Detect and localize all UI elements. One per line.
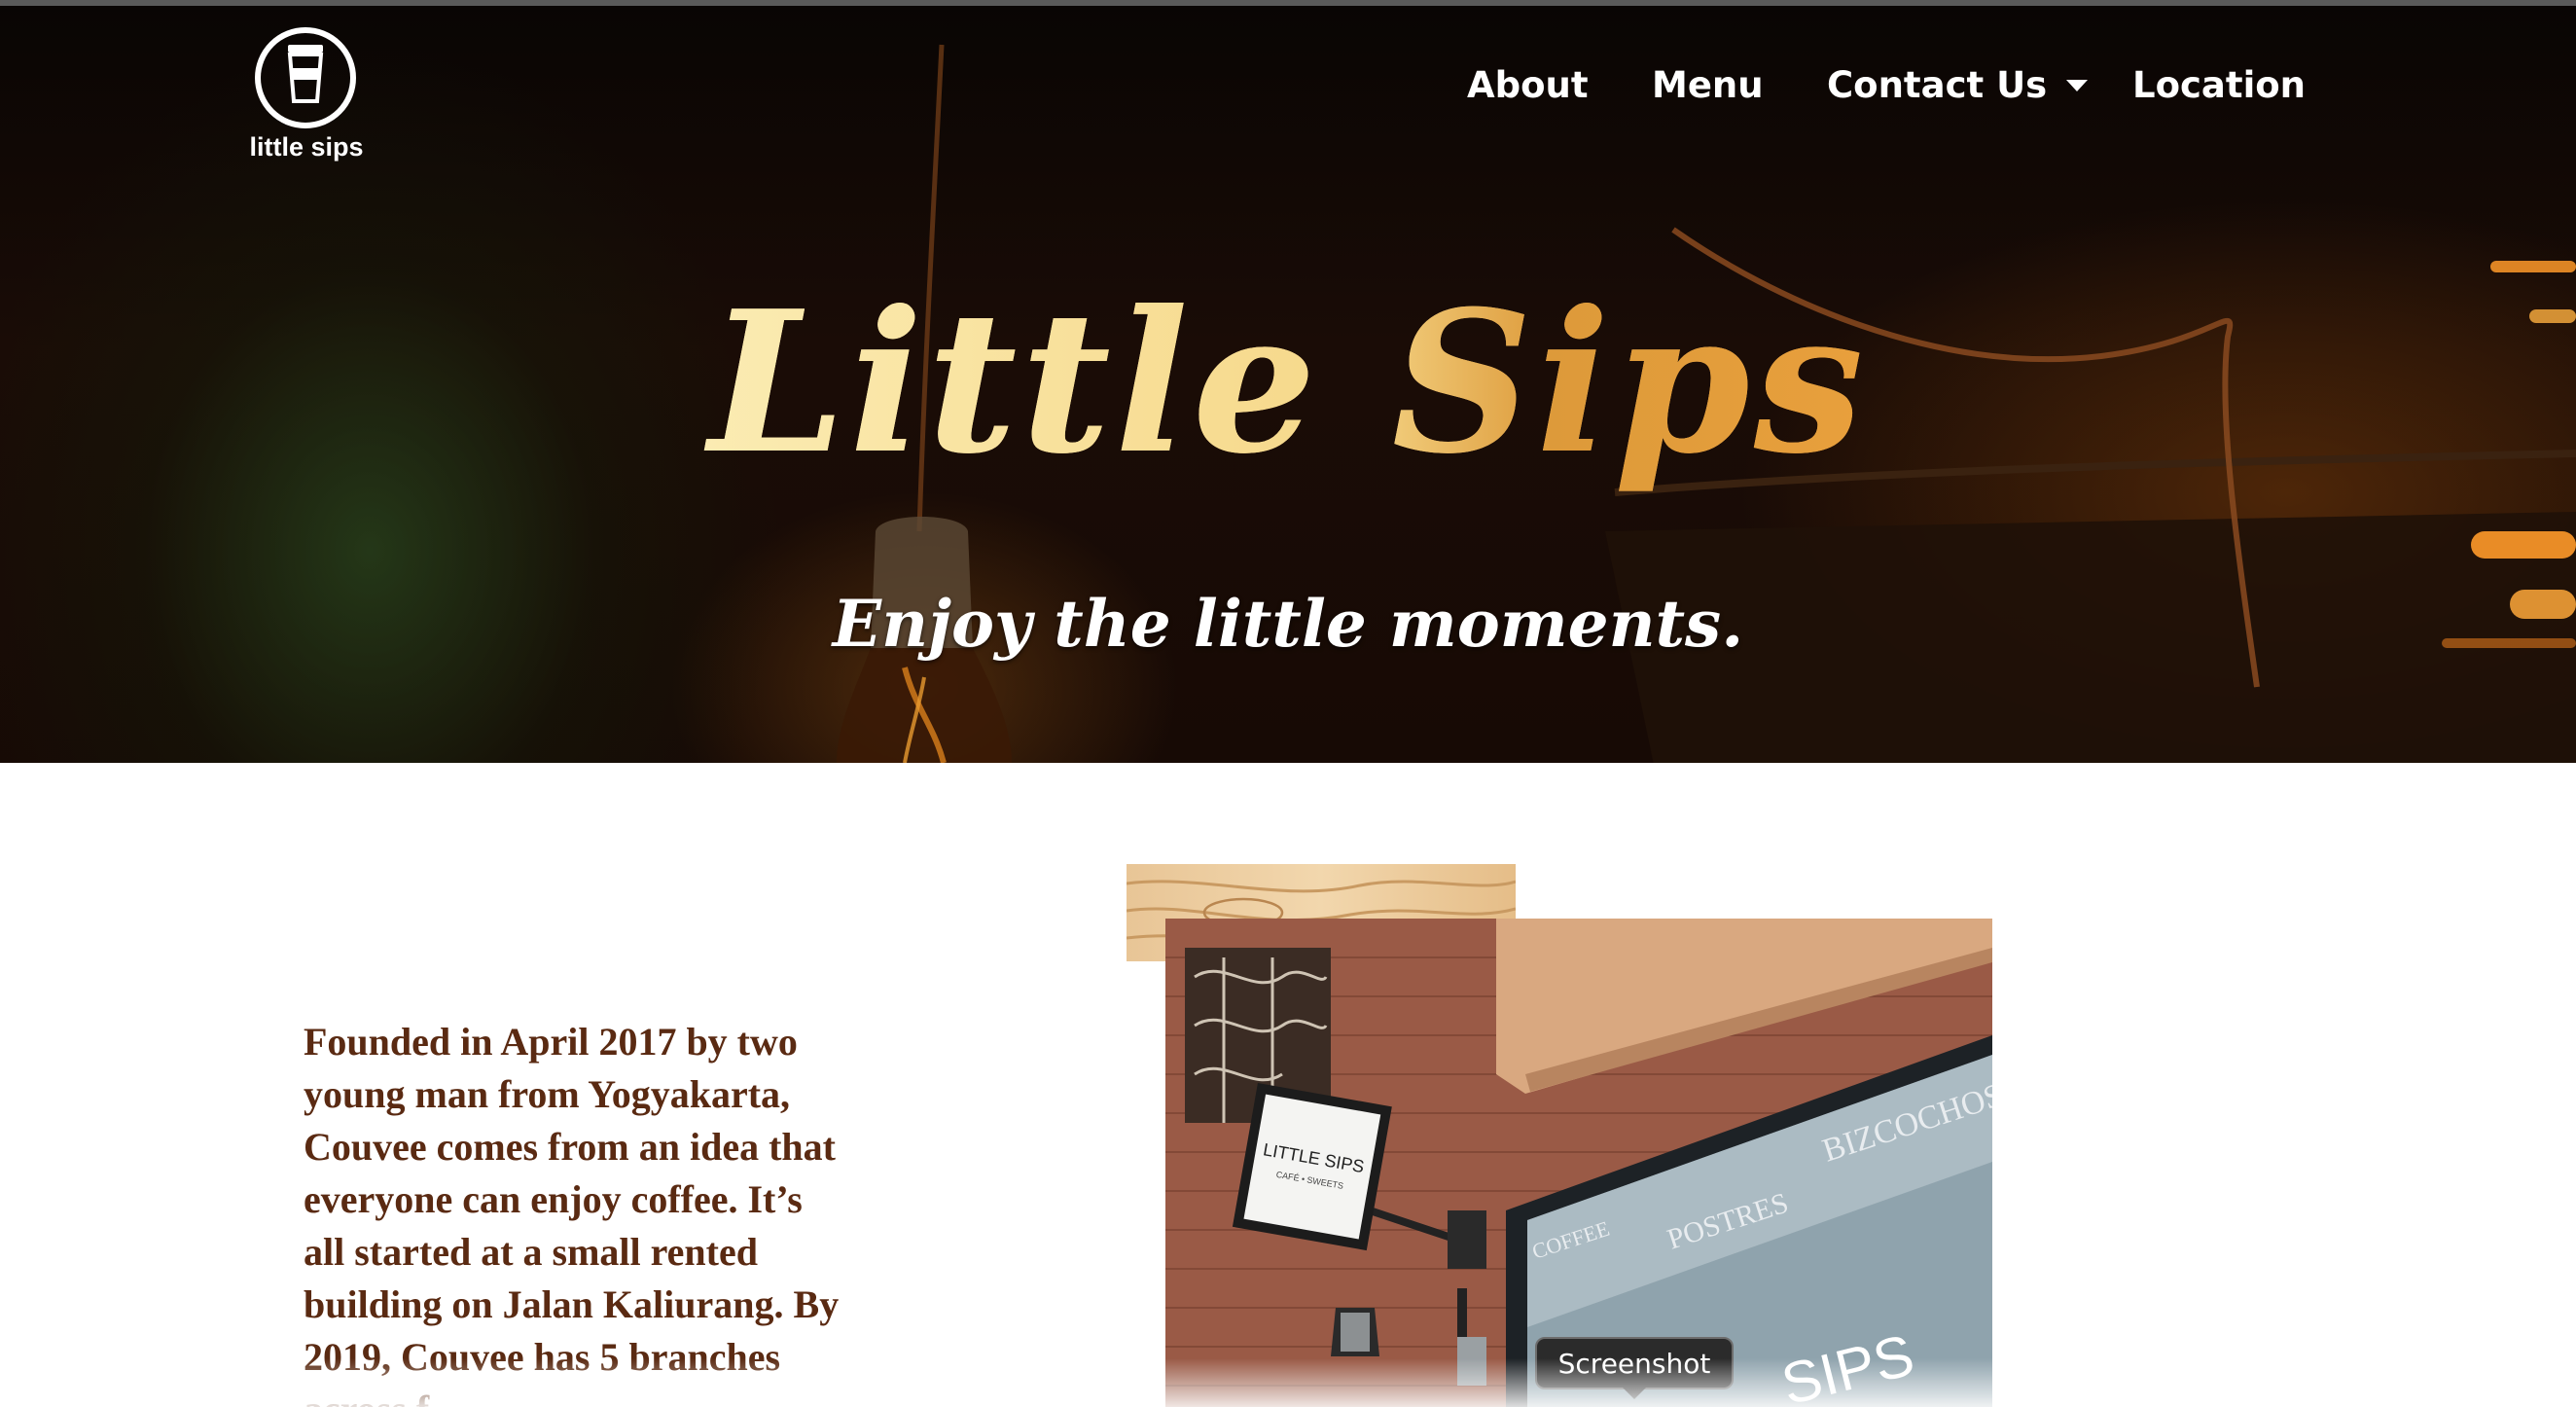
hero-title: Little Sips	[0, 267, 2576, 500]
hero-banner: little sips About Menu Contact Us Locati…	[0, 6, 2576, 763]
nav-about-link[interactable]: About	[1467, 64, 1589, 106]
hero-title-text: Little Sips	[689, 267, 1886, 500]
logo-text: little sips	[249, 132, 364, 162]
tooltip-arrow	[1623, 1388, 1646, 1399]
nav-contact-dropdown[interactable]: Contact Us	[1827, 64, 2089, 106]
nav-location-link[interactable]: Location	[2132, 64, 2306, 106]
storefront-photo: COFFEE POSTRES BIZCOCHOS SIPS LITTLE SIP…	[1165, 919, 1992, 1407]
hero-subtitle: Enjoy the little moments.	[832, 586, 1744, 662]
about-paragraph: Founded in April 2017 by two young man f…	[304, 1020, 840, 1407]
chevron-down-icon	[2066, 79, 2089, 91]
nav-menu-link[interactable]: Menu	[1652, 64, 1764, 106]
screenshot-tooltip: Screenshot	[1535, 1337, 1734, 1389]
coffee-cup-icon	[287, 45, 324, 103]
nav-contact-label: Contact Us	[1827, 64, 2048, 106]
brand-logo[interactable]: little sips	[243, 23, 370, 162]
